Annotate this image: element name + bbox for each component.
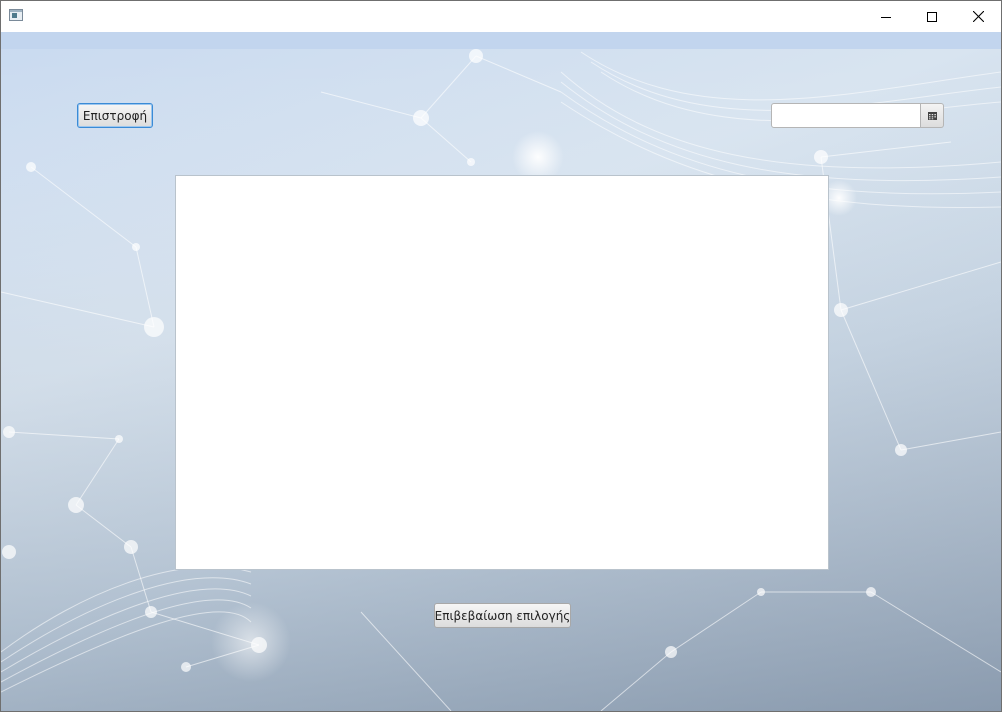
- confirm-selection-button[interactable]: Επιβεβαίωση επιλογής: [434, 603, 571, 628]
- title-bar[interactable]: [1, 1, 1001, 32]
- maximize-button[interactable]: [909, 1, 955, 32]
- date-picker-button[interactable]: [921, 103, 944, 128]
- date-picker[interactable]: [771, 103, 944, 128]
- app-window-icon: [9, 9, 23, 21]
- calendar-icon: [927, 111, 937, 120]
- maximize-icon: [927, 11, 937, 22]
- minimize-icon: [881, 16, 891, 18]
- close-icon: [972, 11, 984, 22]
- selection-list[interactable]: [175, 175, 829, 570]
- close-button[interactable]: [955, 1, 1001, 32]
- confirm-selection-label: Επιβεβαίωση επιλογής: [434, 608, 571, 623]
- back-button-label: Επιστροφή: [82, 108, 148, 123]
- content-area: Επιστροφή Επιβεβαίωση επιλογής: [1, 32, 1001, 711]
- back-button[interactable]: Επιστροφή: [77, 103, 153, 128]
- application-window: Επιστροφή Επιβεβαίωση επιλογής: [0, 0, 1002, 712]
- minimize-button[interactable]: [863, 1, 909, 32]
- date-input[interactable]: [771, 103, 921, 128]
